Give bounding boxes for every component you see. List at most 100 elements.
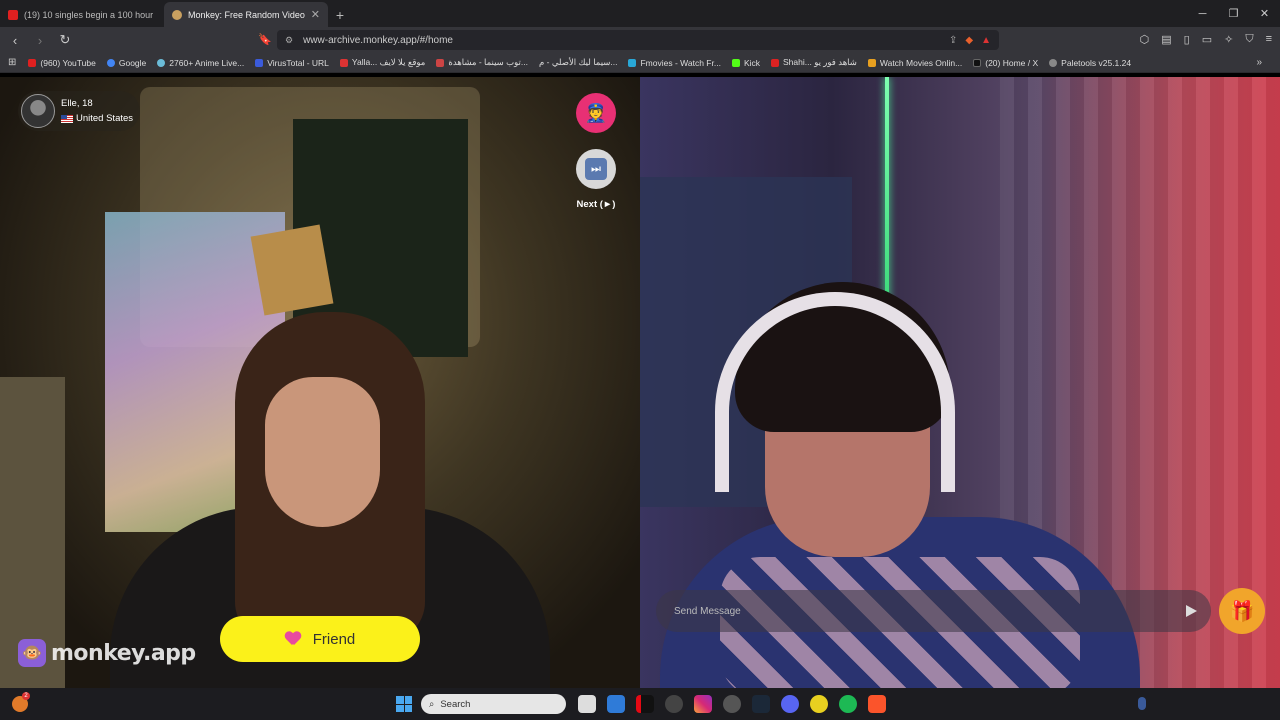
bookmark-label: توب سينما - مشاهدة... xyxy=(448,57,529,67)
virustotal-icon xyxy=(255,58,264,67)
gift-button[interactable]: 🎁 xyxy=(1219,588,1265,634)
spotify-icon[interactable] xyxy=(839,695,857,713)
friend-button[interactable]: Friend xyxy=(220,616,420,662)
next-button[interactable]: ⏭ xyxy=(576,149,616,189)
bookmark-item[interactable]: Google xyxy=(106,57,147,68)
apps-grid-icon[interactable]: ⊞ xyxy=(8,57,16,68)
whatsapp-icon[interactable] xyxy=(810,695,828,713)
screen: (19) 10 singles begin a 100 hour date Mo… xyxy=(0,0,1280,720)
partner-profile-chip[interactable]: Elle, 18 United States xyxy=(18,91,140,131)
tab-youtube[interactable]: (19) 10 singles begin a 100 hour date xyxy=(0,2,164,27)
reload-button[interactable]: ↻ xyxy=(55,32,75,48)
close-window-button[interactable]: ✕ xyxy=(1249,0,1280,27)
discord-icon[interactable] xyxy=(781,695,799,713)
media-icon[interactable]: ▤ xyxy=(1161,33,1171,46)
browser-tab-bar: (19) 10 singles begin a 100 hour date Mo… xyxy=(0,0,1280,27)
search-icon: ⌕ xyxy=(429,698,435,710)
bookmark-item[interactable]: سيما ليك الأصلي - م... xyxy=(539,57,617,68)
bookmark-label: VirusTotal - URL xyxy=(267,57,329,68)
partner-country: United States xyxy=(76,113,134,124)
notification-badge: 2 xyxy=(22,692,30,700)
window-controls: ─ ❐ ✕ xyxy=(1187,0,1280,27)
gift-icon: 🎁 xyxy=(1229,600,1255,623)
os-taskbar: 2 ⌕ Search xyxy=(0,688,1280,720)
menu-icon[interactable]: ≡ xyxy=(1266,33,1272,46)
shahid-icon xyxy=(771,58,779,67)
tab-monkey[interactable]: Monkey: Free Random Video ✕ xyxy=(164,2,328,27)
instagram-icon[interactable] xyxy=(694,695,712,713)
bookmark-item[interactable]: Yalla... موقع يلا لايف xyxy=(339,57,425,68)
friend-label: Friend xyxy=(312,630,356,648)
files-icon[interactable] xyxy=(578,695,596,713)
report-button[interactable]: 👮 xyxy=(576,93,616,133)
maximize-button[interactable]: ❐ xyxy=(1218,0,1249,27)
bookmark-item[interactable]: Paletools v25.1.24 xyxy=(1049,58,1131,68)
bookmark-label: Shahi... شاهد فور يو xyxy=(783,57,857,67)
bookmark-item[interactable]: Watch Movies Onlin... xyxy=(867,58,962,68)
bookmark-item[interactable]: Shahi... شاهد فور يو xyxy=(771,57,857,68)
brand-watermark: 🐵 monkey.app xyxy=(18,639,196,667)
kick-icon xyxy=(731,58,740,67)
bookmark-label: (960) YouTube xyxy=(40,57,96,68)
bookmark-item[interactable]: Fmovies - Watch Fr... xyxy=(628,57,721,68)
bookmark-item[interactable]: 2760+ Anime Live... xyxy=(157,58,244,68)
taskbar-search[interactable]: ⌕ Search xyxy=(421,694,566,714)
site-info-icon[interactable]: ⚙ xyxy=(285,35,293,46)
bookmark-label: Kick xyxy=(743,57,760,68)
bookmark-item[interactable]: توب سينما - مشاهدة... xyxy=(436,57,528,68)
share-icon[interactable]: ⇪ xyxy=(949,35,957,46)
back-button[interactable]: ‹ xyxy=(5,33,25,48)
sidebar-icon[interactable]: ▯ xyxy=(1184,33,1190,46)
extensions-icon[interactable]: ⬡ xyxy=(1140,33,1150,46)
message-input[interactable] xyxy=(674,605,1186,617)
bookmark-label: 2760+ Anime Live... xyxy=(169,57,245,68)
avatar xyxy=(21,94,55,128)
wallet-icon[interactable]: ▭ xyxy=(1202,33,1212,46)
yalla-icon xyxy=(339,58,348,67)
steam-icon[interactable] xyxy=(752,695,770,713)
app-icon[interactable] xyxy=(723,695,741,713)
next-label: Next (►) xyxy=(576,199,616,210)
windows-start-icon[interactable] xyxy=(396,696,412,712)
bookmark-item[interactable]: (960) YouTube xyxy=(28,57,96,68)
bookmark-item[interactable]: Kick xyxy=(731,57,760,68)
police-icon: 👮 xyxy=(584,102,608,123)
person-face xyxy=(265,377,380,527)
bookmark-label: Paletools v25.1.24 xyxy=(1061,57,1132,68)
close-tab-icon[interactable]: ✕ xyxy=(311,8,320,21)
partner-info: Elle, 18 United States xyxy=(61,98,133,124)
monkey-icon xyxy=(172,9,182,20)
partner-country-row: United States xyxy=(61,113,133,124)
brave-icon[interactable] xyxy=(868,695,886,713)
fmovies-icon xyxy=(628,58,637,67)
leo-icon[interactable]: ✧ xyxy=(1224,33,1233,46)
bookmark-item[interactable]: VirusTotal - URL xyxy=(255,58,329,68)
more-bookmarks-icon[interactable]: » xyxy=(1256,57,1262,68)
send-icon[interactable] xyxy=(1186,605,1197,617)
bookmark-label: Fmovies - Watch Fr... xyxy=(640,57,721,68)
github-icon[interactable] xyxy=(665,695,683,713)
vpn-icon[interactable]: ⛉ xyxy=(1245,33,1253,46)
toolbar-extensions: ⬡ ▤ ▯ ▭ ✧ ⛉ ≡ xyxy=(1140,33,1272,46)
rewards-icon[interactable]: ▲ xyxy=(981,35,991,46)
microphone-icon[interactable] xyxy=(1138,697,1146,710)
monkey-logo-icon: 🐵 xyxy=(18,639,46,667)
bookmarks-bar: ⊞ (960) YouTube Google 2760+ Anime Live.… xyxy=(0,53,1280,73)
bookmark-item[interactable]: (20) Home / X xyxy=(973,58,1038,68)
forward-button[interactable]: › xyxy=(30,33,50,48)
bookmark-label: Google xyxy=(118,57,147,68)
youtube-icon xyxy=(28,58,37,67)
x-icon xyxy=(973,58,982,67)
store-icon[interactable] xyxy=(607,695,625,713)
skip-icon: ⏭ xyxy=(585,158,607,180)
new-tab-button[interactable]: + xyxy=(328,2,352,27)
brand-name: monkey.app xyxy=(51,640,196,666)
tab-title: (19) 10 singles begin a 100 hour date xyxy=(24,9,156,20)
netflix-icon[interactable] xyxy=(636,695,654,713)
brave-shield-icon[interactable]: ◆ xyxy=(965,35,973,46)
partner-name: Elle, 18 xyxy=(61,98,93,109)
url-field[interactable]: ⚙ www-archive.monkey.app/#/home ⇪ ◆ ▲ xyxy=(277,30,999,50)
bookmark-label: سيما ليك الأصلي - م... xyxy=(539,57,618,67)
bookmark-icon[interactable]: 🔖 xyxy=(258,33,272,46)
minimize-button[interactable]: ─ xyxy=(1187,0,1218,27)
